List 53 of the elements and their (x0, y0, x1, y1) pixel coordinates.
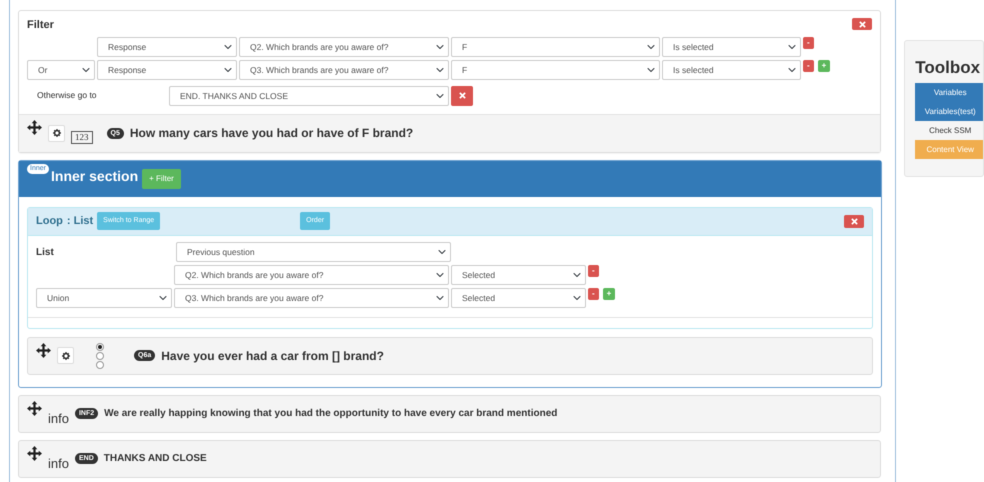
toolbox-item[interactable]: Variables (915, 82, 983, 102)
item-type-label: info (48, 410, 69, 428)
remove-button[interactable]: - (803, 60, 814, 72)
list-label: List (36, 246, 55, 260)
close-icon (858, 20, 866, 28)
radio-button[interactable] (96, 360, 104, 368)
item-text: THANKS AND CLOSE (104, 452, 207, 466)
settings-icon (52, 129, 60, 137)
dropdown[interactable]: F (451, 60, 660, 80)
settings-button[interactable] (57, 347, 74, 364)
settings-button[interactable] (48, 124, 65, 142)
close-icon (458, 92, 466, 99)
dropdown[interactable]: Q3. Which brands are you aware of? (239, 60, 449, 80)
dropdown[interactable]: Q2. Which brands are you aware of? (174, 264, 449, 284)
dropdown[interactable]: Q2. Which brands are you aware of? (239, 36, 449, 56)
close-icon (850, 218, 858, 224)
question-text: Have you ever had a car from [] brand? (161, 348, 384, 364)
filter-title: Filter (27, 18, 54, 33)
question-type-label: 123 (71, 130, 92, 144)
remove-button[interactable]: - (803, 36, 814, 48)
dropdown[interactable]: Is selected (662, 36, 801, 56)
radio-button[interactable] (96, 342, 104, 350)
item-type-label: info (48, 454, 69, 473)
dropdown[interactable]: Is selected (662, 60, 801, 80)
dropdown[interactable]: Selected (451, 288, 586, 308)
toolbox-title: Toolbox (915, 57, 982, 79)
loop-type: : List (66, 214, 94, 229)
settings-icon (62, 352, 70, 360)
move-icon[interactable] (27, 400, 42, 416)
move-icon[interactable] (27, 120, 42, 134)
section-title: Inner section (51, 167, 138, 186)
remove-button[interactable]: - (588, 264, 599, 276)
dropdown[interactable]: Response (97, 36, 237, 56)
item-text: We are really happing knowing that you had the opportunity to have every car brand mentioned (104, 407, 558, 421)
dropdown[interactable]: Union (36, 288, 172, 308)
dropdown[interactable]: Response (97, 60, 237, 80)
dropdown[interactable]: F (451, 36, 660, 56)
delete-button[interactable] (844, 214, 864, 228)
radio-button[interactable] (96, 352, 104, 360)
dropdown[interactable]: Selected (451, 264, 586, 284)
loop-title: Loop (36, 214, 63, 229)
delete-button[interactable] (852, 18, 872, 30)
question-text: How many cars have you had or have of F brand? (130, 125, 414, 142)
dropdown[interactable]: Q3. Which brands are you aware of? (174, 288, 449, 308)
move-icon[interactable] (27, 446, 42, 460)
dropdown[interactable]: Previous question (176, 242, 451, 262)
otherwise-label: Otherwise go to (36, 88, 98, 102)
move-icon[interactable] (36, 342, 51, 358)
delete-button[interactable] (451, 86, 473, 106)
dropdown[interactable]: END. THANKS AND CLOSE (169, 86, 449, 106)
dropdown[interactable]: Or (27, 60, 95, 80)
toolbox-item[interactable]: Variables(test) (915, 102, 983, 120)
remove-button[interactable]: - (588, 288, 599, 300)
